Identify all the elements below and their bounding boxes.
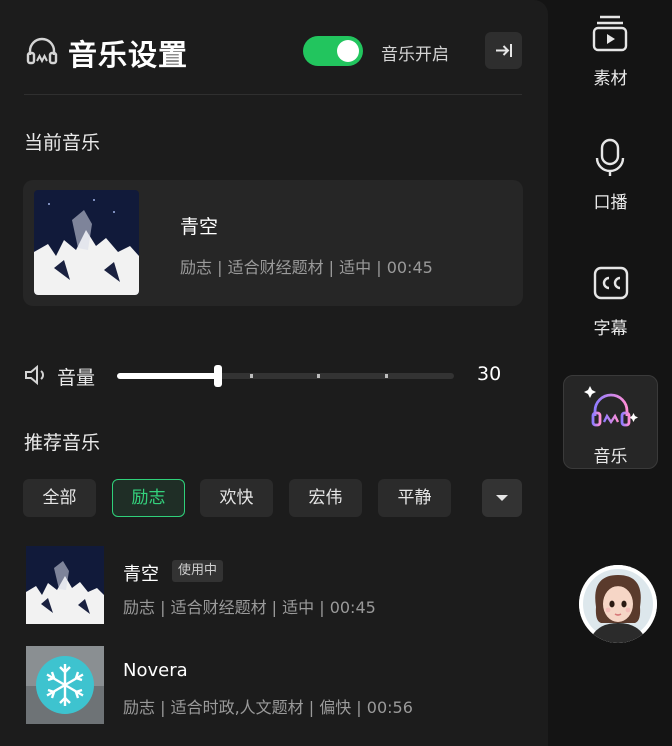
cc-icon [593,266,629,304]
headphone-icon [26,37,58,65]
slider-tick [317,374,320,378]
current-music-card[interactable]: 青空 励志 | 适合财经题材 | 适中 | 00:45 [23,180,523,306]
rail-item-media[interactable]: 素材 [563,4,658,98]
page-title: 音乐设置 [68,38,189,72]
toggle-label: 音乐开启 [381,45,449,65]
filter-chips: 全部 励志 欢快 宏伟 平静 [23,479,523,517]
volume-slider-fill [117,373,218,379]
filter-chip-joyful[interactable]: 欢快 [200,479,273,517]
current-music-label: 当前音乐 [24,132,101,154]
filter-chip-calm[interactable]: 平静 [378,479,451,517]
music-list-item[interactable]: 青空 使用中 励志 | 适合财经题材 | 适中 | 00:45 [26,546,522,626]
rail-label: 口播 [593,193,628,213]
header-divider [24,94,522,95]
volume-row: 音量 30 [24,358,522,394]
microphone-icon [594,138,626,182]
album-cover-image [34,190,139,295]
music-list-item[interactable]: Novera 励志 | 适合时政,人文题材 | 偏快 | 00:56 [26,646,522,726]
filter-dropdown-button[interactable] [482,479,522,517]
recommend-music-label: 推荐音乐 [24,432,101,454]
filter-chip-grand[interactable]: 宏伟 [289,479,362,517]
music-toggle[interactable] [303,36,363,66]
slider-tick [385,374,388,378]
arrow-exit-icon [496,44,512,57]
rail-item-subtitles[interactable]: 字幕 [563,256,658,350]
current-music-meta: 励志 | 适合财经题材 | 适中 | 00:45 [180,258,433,277]
music-title: Novera [123,660,188,681]
slider-tick [250,374,253,378]
volume-label: 音量 [57,367,96,389]
chevron-down-icon [496,495,508,501]
media-icon [592,14,628,56]
rail-label: 字幕 [593,319,628,339]
speaker-icon[interactable] [24,364,48,390]
current-music-title: 青空 [180,216,219,238]
album-cover-image [26,546,104,624]
toggle-knob [337,40,359,62]
volume-slider-thumb[interactable] [214,365,222,387]
volume-value: 30 [477,363,502,385]
in-use-badge: 使用中 [172,560,224,582]
collapse-panel-button[interactable] [485,32,522,69]
music-settings-panel: 音乐设置 音乐开启 当前音乐 青空 励志 | 适合财经题材 | 适中 | 00:… [0,0,548,746]
music-title: 青空 [123,564,159,585]
music-headphone-icon [584,382,640,436]
panel-header: 音乐设置 音乐开启 [24,26,522,80]
avatar[interactable] [579,565,657,643]
rail-label: 音乐 [593,447,628,467]
music-meta: 励志 | 适合时政,人文题材 | 偏快 | 00:56 [123,698,413,717]
volume-slider[interactable] [117,365,454,387]
music-meta: 励志 | 适合财经题材 | 适中 | 00:45 [123,598,376,617]
rail-label: 素材 [593,69,628,89]
rail-item-voiceover[interactable]: 口播 [563,130,658,224]
album-cover-image [26,646,104,724]
rail-item-music[interactable]: 音乐 [563,375,658,469]
filter-chip-inspire[interactable]: 励志 [112,479,185,517]
filter-chip-all[interactable]: 全部 [23,479,96,517]
